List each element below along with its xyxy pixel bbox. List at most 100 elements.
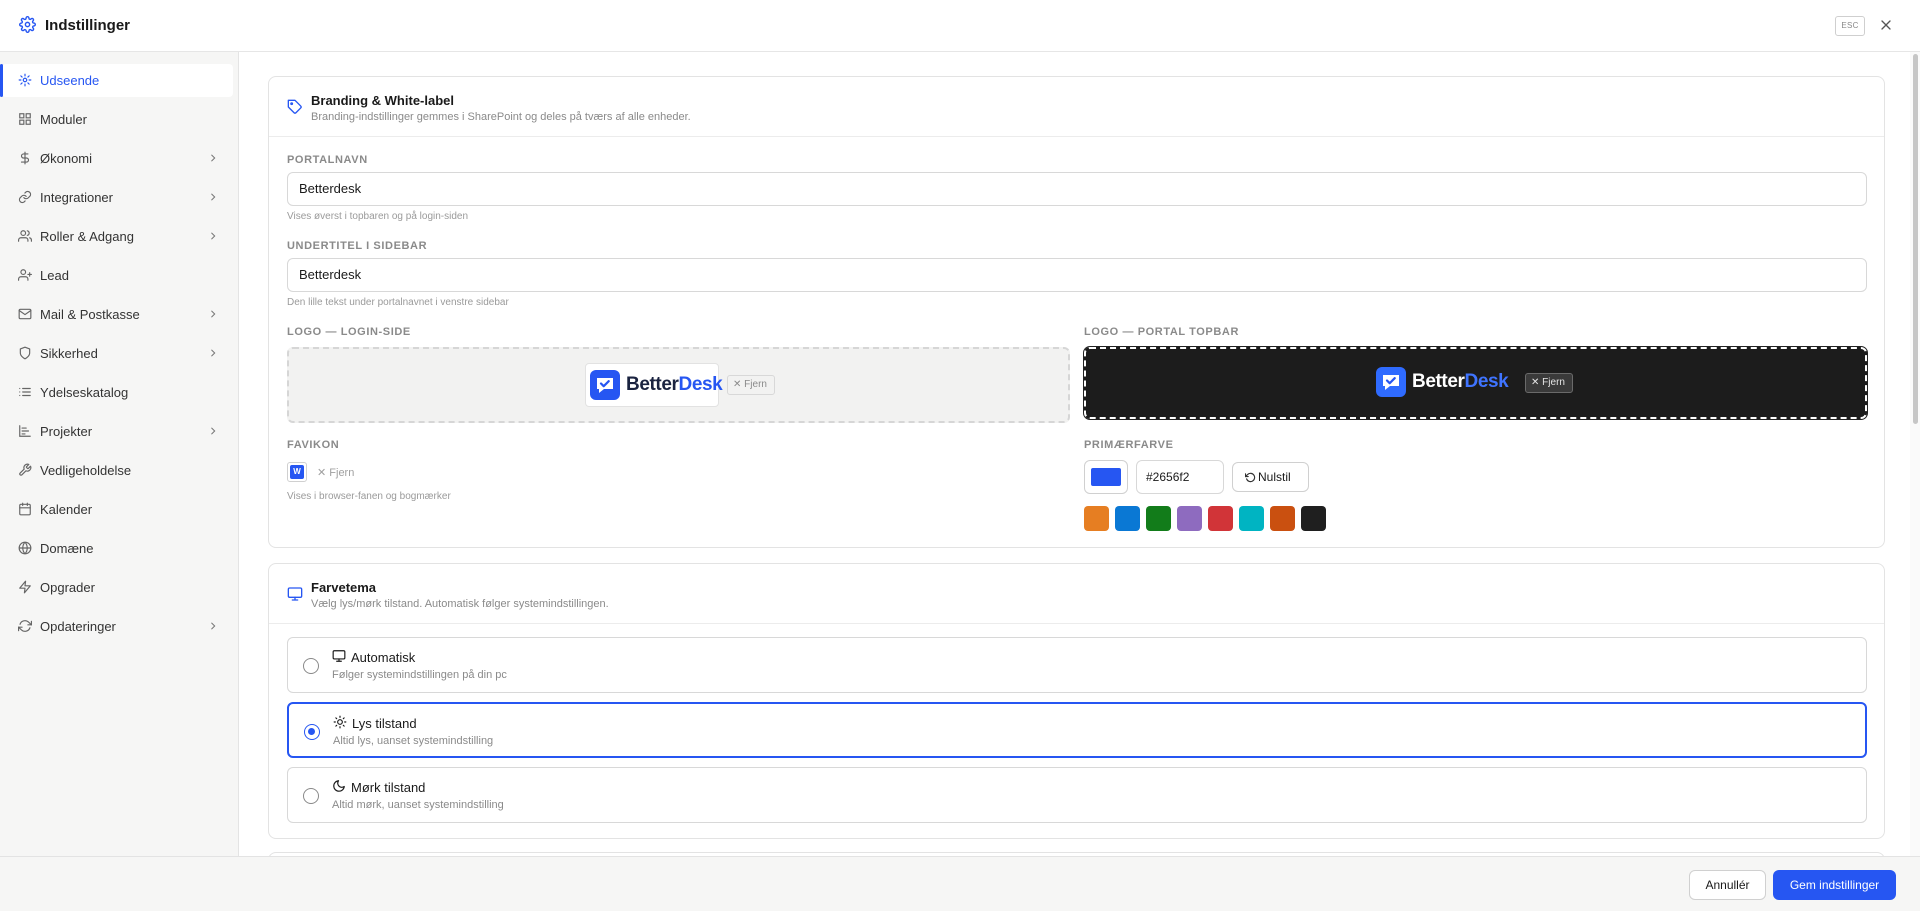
chevron-right-icon [211,310,216,318]
sidebar-item-label: Kalender [40,502,93,517]
logo-mark [1376,367,1406,397]
gear-icon [19,16,36,33]
users-icon [18,230,32,242]
sidebar-item-domaene[interactable]: Domæne [2,532,233,565]
save-button[interactable]: Gem indstillinger [1773,870,1896,900]
branding-title: Branding & White-label [311,93,454,108]
chevron-right-icon [211,193,216,201]
sidebar-item-opgrader[interactable]: Opgrader [2,571,233,604]
logo-wordmark: BetterDesk [1412,371,1509,393]
sidebar-item-udseende[interactable]: Udseende [0,64,233,97]
primary-color-hex-input[interactable]: #2656f2 [1136,460,1224,494]
favicon-preview: W [287,462,307,482]
primary-color-reset-button[interactable]: Nulstil [1232,462,1309,492]
scrollbar-thumb[interactable] [1913,54,1918,424]
palette-swatch-red[interactable] [1208,506,1233,531]
theme-option-label: Lys tilstand [352,716,417,731]
theme-card-header: Farvetema Vælg lys/mørk tilstand. Automa… [269,564,1884,624]
cancel-button[interactable]: Annullér [1689,870,1766,900]
sidebar-item-label: Lead [40,268,69,283]
calendar-icon [19,502,31,516]
sidebar-item-label: Domæne [40,541,94,556]
mail-icon [18,308,32,320]
monitor-icon [287,587,303,601]
palette-swatch-teal[interactable] [1239,506,1264,531]
branding-subtitle: Branding-indstillinger gemmes i SharePoi… [311,111,691,123]
logo-mark [590,370,620,400]
sidebar-item-label: Udseende [40,73,100,88]
palette-swatch-orange[interactable] [1084,506,1109,531]
close-icon[interactable] [1878,17,1894,33]
header: Indstillinger ESC [0,0,1920,52]
theme-option-automatisk[interactable]: Automatisk Følger systemindstillingen på… [287,637,1867,693]
chevron-right-icon [211,427,216,435]
window-title: Indstillinger [45,17,131,34]
palette-swatch-rust[interactable] [1270,506,1295,531]
sidebar-item-integrationer[interactable]: Integrationer [2,181,233,214]
theme-option-label: Automatisk [351,650,416,665]
sidebar-item-ydelseskatalog[interactable]: Ydelseskatalog [2,376,233,409]
favicon-label: FAVIKON [287,439,340,451]
theme-option-description: Altid lys, uanset systemindstilling [333,735,494,747]
logo-wordmark-part: Better [1412,371,1465,392]
theme-title: Farvetema [311,580,377,595]
theme-radio[interactable] [303,658,319,674]
remove-label: Fjern [1542,377,1565,388]
logo-login-dropzone[interactable]: BetterDesk ✕ Fjern [287,347,1070,423]
esc-key-hint[interactable]: ESC [1835,16,1865,36]
sidebar-item-vedligeholdelse[interactable]: Vedligeholdelse [2,454,233,487]
theme-card: Farvetema Vælg lys/mørk tilstand. Automa… [268,563,1885,839]
settings-content: Branding & White-label Branding-indstill… [240,52,1910,856]
sidebar-item-moduler[interactable]: Moduler [2,103,233,136]
sidebar-subtitle-hint: Den lille tekst under portalnavnet i ven… [287,297,509,308]
monitor-icon [332,650,346,662]
gear-icon [18,73,32,87]
sidebar-item-label: Ydelseskatalog [40,385,129,400]
zap-icon [19,580,31,594]
logo-login-label: LOGO — LOGIN-SIDE [287,326,411,338]
moon-icon [333,780,345,792]
list-icon [19,387,31,397]
primary-color-label: PRIMÆRFARVE [1084,439,1174,451]
palette-swatch-blue[interactable] [1115,506,1140,531]
refresh-icon [18,620,32,632]
logo-wordmark-part: Desk [1464,371,1509,392]
branding-card: Branding & White-label Branding-indstill… [268,76,1885,548]
footer: Annullér Gem indstillinger [0,856,1920,911]
primary-color-picker[interactable] [1084,460,1128,494]
theme-option-mork[interactable]: Mørk tilstand Altid mørk, uanset systemi… [287,767,1867,823]
portal-name-input[interactable]: Betterdesk [287,172,1867,206]
palette-swatch-purple[interactable] [1177,506,1202,531]
sidebar-item-opdateringer[interactable]: Opdateringer [2,610,233,643]
sidebar-item-mail-postkasse[interactable]: Mail & Postkasse [2,298,233,331]
favicon-remove-button[interactable]: ✕ Fjern [317,466,354,479]
logo-login-remove-button[interactable]: ✕ Fjern [727,375,775,395]
favicon-image: W [290,465,304,479]
logo-topbar-remove-button[interactable]: ✕ Fjern [1525,373,1573,393]
sidebar-item-kalender[interactable]: Kalender [2,493,233,526]
logo-topbar-dropzone[interactable]: BetterDesk ✕ Fjern [1083,346,1868,420]
sidebar-item-okonomi[interactable]: Økonomi [2,142,233,175]
theme-option-lys[interactable]: Lys tilstand Altid lys, uanset systemind… [287,702,1867,758]
reset-label: Nulstil [1258,470,1291,484]
sidebar-item-label: Integrationer [40,190,113,205]
sidebar-subtitle-input[interactable]: Betterdesk [287,258,1867,292]
palette-swatch-black[interactable] [1301,506,1326,531]
sidebar-item-sikkerhed[interactable]: Sikkerhed [2,337,233,370]
remove-label: Fjern [329,467,355,479]
betterdesk-logo: BetterDesk [590,370,723,400]
chat-check-icon [1383,375,1399,390]
sidebar-item-projekter[interactable]: Projekter [2,415,233,448]
theme-radio[interactable] [303,788,319,804]
kanban-icon [19,425,31,437]
chevron-right-icon [211,232,216,240]
branding-card-header: Branding & White-label Branding-indstill… [269,77,1884,137]
sidebar-item-label: Sikkerhed [40,346,98,361]
sidebar-item-roller-adgang[interactable]: Roller & Adgang [2,220,233,253]
sidebar-item-label: Opdateringer [40,619,116,634]
sidebar-item-lead[interactable]: Lead [2,259,233,292]
sidebar-subtitle-label: UNDERTITEL I SIDEBAR [287,240,428,252]
link-icon [18,190,32,204]
palette-swatch-green[interactable] [1146,506,1171,531]
theme-radio[interactable] [304,724,320,740]
